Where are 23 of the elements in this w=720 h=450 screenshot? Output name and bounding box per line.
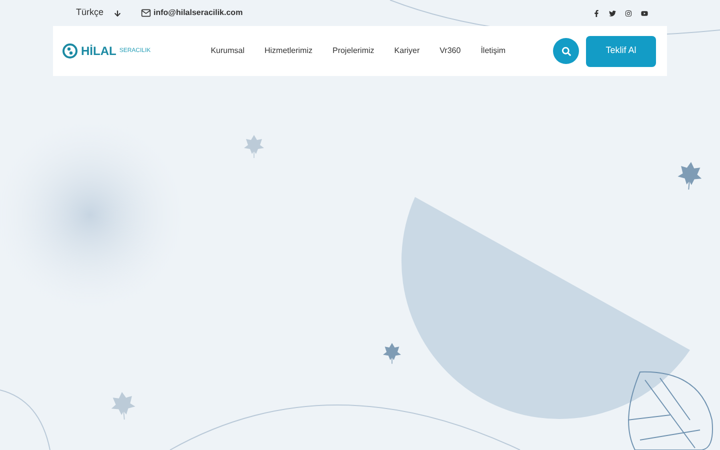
leaf-icon xyxy=(678,162,702,190)
nav-link[interactable]: Kariyer xyxy=(394,45,420,57)
logo-name: HİLAL xyxy=(81,43,116,60)
instagram-icon[interactable] xyxy=(625,10,632,16)
facebook-icon[interactable] xyxy=(593,10,600,16)
nav-link[interactable]: Projelerimiz xyxy=(332,45,374,57)
nav-link[interactable]: Kurumsal xyxy=(210,45,244,57)
language-selector[interactable]: Türkçe xyxy=(76,6,104,20)
arrow-down-icon xyxy=(114,10,121,16)
search-button[interactable] xyxy=(553,38,579,64)
nav-link[interactable]: İletişim xyxy=(480,45,506,57)
youtube-icon[interactable] xyxy=(641,10,648,16)
logo-icon xyxy=(62,43,78,59)
leaf-icon xyxy=(111,392,136,420)
leaf-icon xyxy=(383,343,401,364)
email-link[interactable]: info@hilalseracilik.com xyxy=(154,7,243,19)
search-icon xyxy=(562,46,570,56)
twitter-icon[interactable] xyxy=(609,10,616,16)
curve-line xyxy=(0,390,50,450)
nav-link[interactable]: Vr360 xyxy=(440,45,461,57)
nav-link[interactable]: Hizmetlerimiz xyxy=(264,45,312,57)
mail-icon xyxy=(140,8,151,18)
leaf-icon xyxy=(244,135,264,158)
